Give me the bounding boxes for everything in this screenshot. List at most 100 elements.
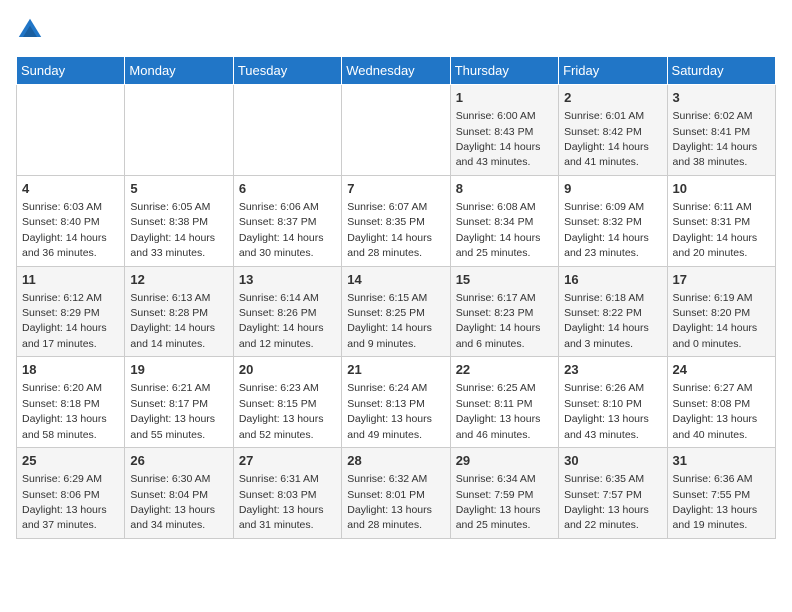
day-info: Sunrise: 6:02 AM Sunset: 8:41 PM Dayligh… — [673, 110, 758, 168]
day-number: 13 — [239, 271, 336, 289]
calendar-cell: 6 Sunrise: 6:06 AM Sunset: 8:37 PM Daylig… — [233, 175, 341, 266]
day-info: Sunrise: 6:17 AM Sunset: 8:23 PM Dayligh… — [456, 292, 541, 350]
day-info: Sunrise: 6:24 AM Sunset: 8:13 PM Dayligh… — [347, 382, 432, 440]
day-info: Sunrise: 6:12 AM Sunset: 8:29 PM Dayligh… — [22, 292, 107, 350]
day-info: Sunrise: 6:01 AM Sunset: 8:42 PM Dayligh… — [564, 110, 649, 168]
day-number: 24 — [673, 361, 770, 379]
calendar-cell: 26 Sunrise: 6:30 AM Sunset: 8:04 PM Dayli… — [125, 448, 233, 539]
day-number: 2 — [564, 89, 661, 107]
day-info: Sunrise: 6:23 AM Sunset: 8:15 PM Dayligh… — [239, 382, 324, 440]
calendar-cell: 12 Sunrise: 6:13 AM Sunset: 8:28 PM Dayli… — [125, 266, 233, 357]
dow-thursday: Thursday — [450, 57, 558, 85]
calendar-cell: 27 Sunrise: 6:31 AM Sunset: 8:03 PM Dayli… — [233, 448, 341, 539]
calendar-cell: 23 Sunrise: 6:26 AM Sunset: 8:10 PM Dayli… — [559, 357, 667, 448]
calendar-cell: 4 Sunrise: 6:03 AM Sunset: 8:40 PM Daylig… — [17, 175, 125, 266]
calendar-cell: 24 Sunrise: 6:27 AM Sunset: 8:08 PM Dayli… — [667, 357, 775, 448]
day-number: 20 — [239, 361, 336, 379]
day-info: Sunrise: 6:20 AM Sunset: 8:18 PM Dayligh… — [22, 382, 107, 440]
day-info: Sunrise: 6:00 AM Sunset: 8:43 PM Dayligh… — [456, 110, 541, 168]
calendar-cell: 17 Sunrise: 6:19 AM Sunset: 8:20 PM Dayli… — [667, 266, 775, 357]
calendar-cell: 20 Sunrise: 6:23 AM Sunset: 8:15 PM Dayli… — [233, 357, 341, 448]
dow-sunday: Sunday — [17, 57, 125, 85]
day-info: Sunrise: 6:14 AM Sunset: 8:26 PM Dayligh… — [239, 292, 324, 350]
week-row-4: 18 Sunrise: 6:20 AM Sunset: 8:18 PM Dayli… — [17, 357, 776, 448]
day-number: 26 — [130, 452, 227, 470]
calendar-cell: 19Sunrise: 6:21 AM Sunset: 8:17 PM Dayli… — [125, 357, 233, 448]
calendar-cell: 22 Sunrise: 6:25 AM Sunset: 8:11 PM Dayli… — [450, 357, 558, 448]
day-number: 8 — [456, 180, 553, 198]
day-info: Sunrise: 6:11 AM Sunset: 8:31 PM Dayligh… — [673, 201, 758, 259]
day-number: 21 — [347, 361, 444, 379]
day-info: Sunrise: 6:35 AM Sunset: 7:57 PM Dayligh… — [564, 473, 649, 531]
dow-wednesday: Wednesday — [342, 57, 450, 85]
day-number: 22 — [456, 361, 553, 379]
calendar-cell: 3 Sunrise: 6:02 AM Sunset: 8:41 PM Daylig… — [667, 85, 775, 176]
calendar-cell: 1 Sunrise: 6:00 AM Sunset: 8:43 PM Daylig… — [450, 85, 558, 176]
day-info: Sunrise: 6:29 AM Sunset: 8:06 PM Dayligh… — [22, 473, 107, 531]
day-info: Sunrise: 6:27 AM Sunset: 8:08 PM Dayligh… — [673, 382, 758, 440]
calendar-cell — [17, 85, 125, 176]
day-number: 18 — [22, 361, 119, 379]
calendar-cell: 21 Sunrise: 6:24 AM Sunset: 8:13 PM Dayli… — [342, 357, 450, 448]
day-number: 1 — [456, 89, 553, 107]
page-header — [16, 16, 776, 44]
calendar-cell: 11 Sunrise: 6:12 AM Sunset: 8:29 PM Dayli… — [17, 266, 125, 357]
day-info: Sunrise: 6:15 AM Sunset: 8:25 PM Dayligh… — [347, 292, 432, 350]
day-info: Sunrise: 6:09 AM Sunset: 8:32 PM Dayligh… — [564, 201, 649, 259]
day-number: 19 — [130, 361, 227, 379]
day-number: 29 — [456, 452, 553, 470]
calendar-cell: 28 Sunrise: 6:32 AM Sunset: 8:01 PM Dayli… — [342, 448, 450, 539]
day-number: 17 — [673, 271, 770, 289]
week-row-5: 25 Sunrise: 6:29 AM Sunset: 8:06 PM Dayli… — [17, 448, 776, 539]
day-number: 15 — [456, 271, 553, 289]
calendar-cell: 2 Sunrise: 6:01 AM Sunset: 8:42 PM Daylig… — [559, 85, 667, 176]
day-info: Sunrise: 6:32 AM Sunset: 8:01 PM Dayligh… — [347, 473, 432, 531]
day-info: Sunrise: 6:36 AM Sunset: 7:55 PM Dayligh… — [673, 473, 758, 531]
day-number: 5 — [130, 180, 227, 198]
day-info: Sunrise: 6:25 AM Sunset: 8:11 PM Dayligh… — [456, 382, 541, 440]
calendar-cell: 29 Sunrise: 6:34 AM Sunset: 7:59 PM Dayli… — [450, 448, 558, 539]
dow-saturday: Saturday — [667, 57, 775, 85]
day-info: Sunrise: 6:13 AM Sunset: 8:28 PM Dayligh… — [130, 292, 215, 350]
calendar-cell: 18 Sunrise: 6:20 AM Sunset: 8:18 PM Dayli… — [17, 357, 125, 448]
day-info: Sunrise: 6:31 AM Sunset: 8:03 PM Dayligh… — [239, 473, 324, 531]
day-number: 16 — [564, 271, 661, 289]
day-info: Sunrise: 6:03 AM Sunset: 8:40 PM Dayligh… — [22, 201, 107, 259]
day-info: Sunrise: 6:34 AM Sunset: 7:59 PM Dayligh… — [456, 473, 541, 531]
day-number: 6 — [239, 180, 336, 198]
day-number: 10 — [673, 180, 770, 198]
calendar-cell: 10 Sunrise: 6:11 AM Sunset: 8:31 PM Dayli… — [667, 175, 775, 266]
day-number: 7 — [347, 180, 444, 198]
day-number: 12 — [130, 271, 227, 289]
day-number: 4 — [22, 180, 119, 198]
day-number: 30 — [564, 452, 661, 470]
calendar-table: SundayMondayTuesdayWednesdayThursdayFrid… — [16, 56, 776, 539]
dow-friday: Friday — [559, 57, 667, 85]
day-of-week-row: SundayMondayTuesdayWednesdayThursdayFrid… — [17, 57, 776, 85]
calendar-cell: 13 Sunrise: 6:14 AM Sunset: 8:26 PM Dayli… — [233, 266, 341, 357]
day-number: 11 — [22, 271, 119, 289]
day-number: 9 — [564, 180, 661, 198]
calendar-cell — [342, 85, 450, 176]
day-info: Sunrise: 6:19 AM Sunset: 8:20 PM Dayligh… — [673, 292, 758, 350]
calendar-cell: 15 Sunrise: 6:17 AM Sunset: 8:23 PM Dayli… — [450, 266, 558, 357]
day-info: Sunrise: 6:26 AM Sunset: 8:10 PM Dayligh… — [564, 382, 649, 440]
day-info: Sunrise: 6:18 AM Sunset: 8:22 PM Dayligh… — [564, 292, 649, 350]
dow-monday: Monday — [125, 57, 233, 85]
week-row-1: 1 Sunrise: 6:00 AM Sunset: 8:43 PM Daylig… — [17, 85, 776, 176]
day-number: 3 — [673, 89, 770, 107]
day-info: Sunrise: 6:30 AM Sunset: 8:04 PM Dayligh… — [130, 473, 215, 531]
calendar-cell: 16 Sunrise: 6:18 AM Sunset: 8:22 PM Dayli… — [559, 266, 667, 357]
calendar-cell — [125, 85, 233, 176]
day-number: 14 — [347, 271, 444, 289]
logo — [16, 16, 48, 44]
day-info: Sunrise: 6:06 AM Sunset: 8:37 PM Dayligh… — [239, 201, 324, 259]
logo-icon — [16, 16, 44, 44]
day-number: 23 — [564, 361, 661, 379]
calendar-cell: 9 Sunrise: 6:09 AM Sunset: 8:32 PM Daylig… — [559, 175, 667, 266]
day-number: 25 — [22, 452, 119, 470]
day-number: 31 — [673, 452, 770, 470]
calendar-cell: 25 Sunrise: 6:29 AM Sunset: 8:06 PM Dayli… — [17, 448, 125, 539]
day-number: 27 — [239, 452, 336, 470]
day-number: 28 — [347, 452, 444, 470]
